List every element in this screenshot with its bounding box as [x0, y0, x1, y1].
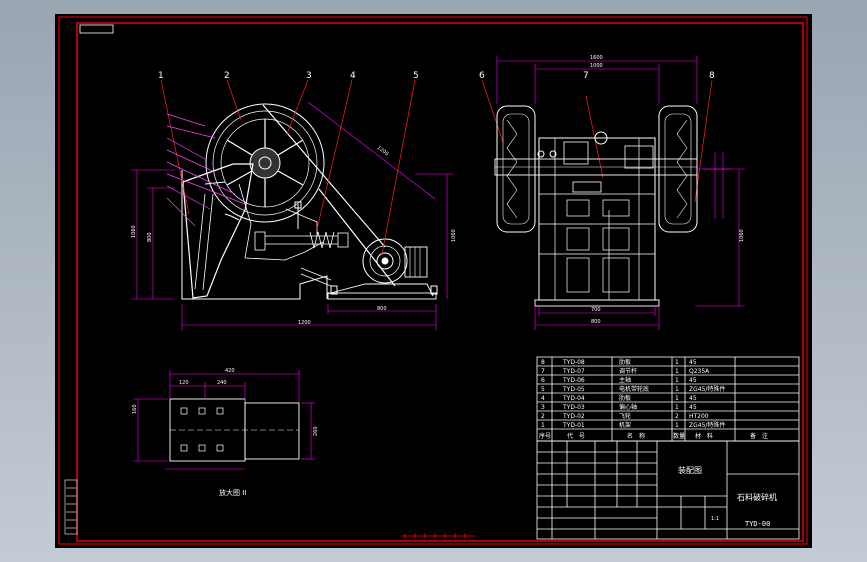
product-name: 石料破碎机 — [737, 492, 777, 502]
cad-viewport[interactable]: 1200 800 1060 800 1060 1200 1 2 3 4 5 6 … — [55, 14, 812, 548]
ucs-icon — [64, 479, 78, 535]
detail-caption: 放大图 II — [219, 488, 246, 497]
part-row-material: ZG45/特殊件 — [689, 421, 725, 429]
dim-side-motor-base: 800 — [377, 306, 387, 312]
part-row-material: 45 — [689, 395, 697, 402]
part-row-name: 偏心轴 — [619, 403, 637, 411]
dim-front-height: 1060 — [739, 229, 745, 242]
v-belt-lower — [318, 188, 396, 287]
part-row-qty: 1 — [675, 404, 679, 411]
detail-view — [169, 398, 300, 462]
part-row-code: TYD-08 — [562, 359, 585, 366]
assembly-drawing: 1200 800 1060 800 1060 1200 1 2 3 4 5 6 … — [58, 16, 808, 545]
balloon-4[interactable]: 4 — [350, 71, 356, 81]
dim-front-base-width: 700 — [591, 307, 601, 313]
part-row-code: TYD-03 — [562, 404, 585, 411]
drawing-number: TYD-00 — [745, 520, 770, 528]
balloon-7[interactable]: 7 — [583, 71, 589, 81]
part-row-name: 机架 — [619, 421, 631, 429]
part-row-code: TYD-07 — [562, 368, 585, 375]
part-row-name: 主轴 — [619, 376, 631, 384]
part-row-seq: 7 — [541, 368, 545, 375]
part-row-code: TYD-04 — [562, 395, 585, 402]
part-balloons: 1 2 3 4 5 6 7 8 — [158, 71, 715, 81]
part-row-name: 飞轮 — [619, 412, 631, 420]
part-row-seq: 5 — [541, 386, 545, 393]
front-view — [494, 105, 698, 307]
parts-list: 8 TYD-08 肋板 1 457 TYD-07 调节杆 1 Q235A6 TYD-06 主轴 1 45… — [536, 356, 800, 442]
balloon-5[interactable]: 5 — [413, 71, 419, 81]
part-row-qty: 2 — [675, 413, 679, 420]
part-row-seq: 1 — [541, 422, 545, 429]
part-row-material: ZG45/特殊件 — [689, 385, 725, 393]
part-row-qty: 1 — [675, 368, 679, 375]
front-view-dimensions — [496, 56, 745, 330]
part-row-code: TYD-06 — [562, 377, 585, 384]
drawing-scale: 1:1 — [711, 516, 719, 522]
part-row-seq: 4 — [541, 395, 545, 402]
part-row-name: 肋板 — [619, 394, 631, 402]
part-row-material: 45 — [689, 359, 697, 366]
part-row-qty: 1 — [675, 359, 679, 366]
part-row-seq: 8 — [541, 359, 545, 366]
outer-frame — [58, 16, 808, 545]
dim-top-height: 260 — [313, 426, 319, 436]
dim-top-a: 120 — [179, 380, 189, 386]
part-row-material: Q235A — [689, 368, 710, 375]
drawing-number-box — [79, 24, 114, 34]
dim-side-height-a: 1060 — [131, 225, 137, 238]
part-row-qty: 1 — [675, 422, 679, 429]
side-view — [181, 103, 438, 300]
parts-header-name: 名 称 — [627, 432, 645, 440]
part-row-name: 调节杆 — [619, 367, 637, 375]
part-row-qty: 1 — [675, 386, 679, 393]
balloon-1[interactable]: 1 — [158, 71, 164, 81]
balloon-6[interactable]: 6 — [479, 71, 485, 81]
dim-front-base-bottom: 800 — [591, 319, 601, 325]
part-row-material: 45 — [689, 377, 697, 384]
dim-side-total-length: 1200 — [298, 320, 311, 326]
parts-header-material: 材 料 — [695, 432, 713, 440]
inner-frame — [76, 22, 804, 542]
parts-header-remark: 备 注 — [750, 432, 768, 440]
dim-front-total-width: 1600 — [590, 55, 603, 61]
parts-header-qty: 数量 — [673, 432, 685, 440]
part-row-material: HT200 — [689, 413, 709, 420]
part-row-name: 电机带轮底 — [619, 385, 649, 393]
part-row-seq: 2 — [541, 413, 545, 420]
part-row-qty: 1 — [675, 377, 679, 384]
parts-header-seq: 序号 — [539, 432, 551, 440]
part-row-material: 45 — [689, 404, 697, 411]
part-row-code: TYD-05 — [562, 386, 585, 393]
dim-top-b: 240 — [217, 380, 227, 386]
part-row-name: 肋板 — [619, 358, 631, 366]
detail-view-dim-text: 420 120 240 160 260 — [132, 368, 319, 436]
dim-top-total: 420 — [225, 368, 235, 374]
front-view-dim-text: 1600 1000 700 800 1060 — [590, 55, 745, 325]
part-row-seq: 6 — [541, 377, 545, 384]
drawing-type: 装配图 — [678, 465, 702, 475]
dim-side-height-b: 800 — [147, 232, 153, 242]
title-block: 装配图 石料破碎机 TYD-00 1:1 — [536, 440, 800, 540]
dim-side-height-c: 1060 — [451, 229, 457, 242]
part-row-qty: 1 — [675, 395, 679, 402]
v-belt-upper — [262, 104, 386, 248]
dim-front-inner-width: 1000 — [590, 63, 603, 69]
balloon-3[interactable]: 3 — [306, 71, 312, 81]
balloon-8[interactable]: 8 — [709, 71, 715, 81]
parts-header-code: 代 号 — [567, 432, 585, 440]
balloon-2[interactable]: 2 — [224, 71, 230, 81]
sheet-ruler — [401, 533, 475, 539]
part-row-code: TYD-02 — [562, 413, 585, 420]
part-row-code: TYD-01 — [562, 422, 585, 429]
part-row-seq: 3 — [541, 404, 545, 411]
dim-top-left: 160 — [132, 404, 138, 414]
